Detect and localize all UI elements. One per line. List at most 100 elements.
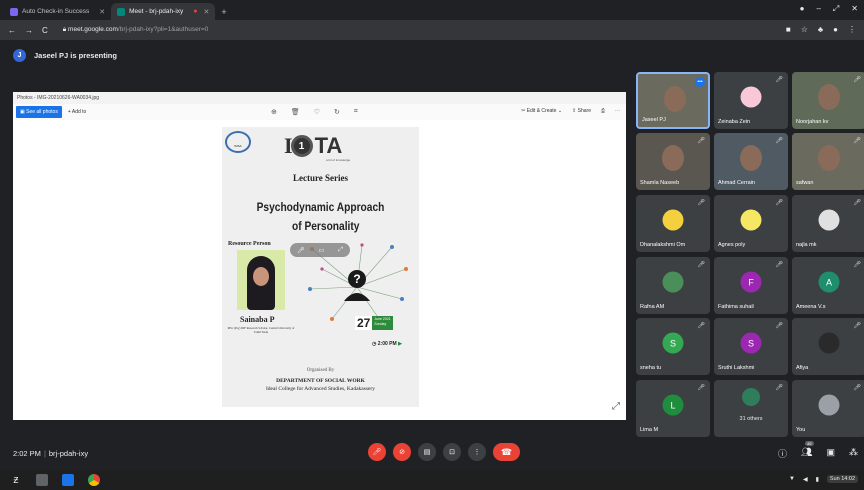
- event-time: ◷ 2:00 PM ▶: [372, 341, 402, 347]
- participant-tile[interactable]: L 🎤︎ Lima M: [636, 380, 710, 437]
- participant-tile[interactable]: S 🎤︎ sneha tu: [636, 318, 710, 375]
- close-window-icon[interactable]: ✕: [851, 4, 858, 14]
- chrome-icon[interactable]: [88, 474, 100, 486]
- present-button[interactable]: ⊡: [443, 443, 461, 461]
- event-date: 27 June 2021 Sunday: [355, 316, 393, 330]
- participant-name: sneha tu: [640, 365, 662, 371]
- see-all-photos-button[interactable]: ▣ See all photos: [16, 106, 62, 118]
- participant-tile[interactable]: 🎤︎ safwan: [792, 133, 864, 190]
- participant-name: safwan: [796, 180, 814, 186]
- start-icon[interactable]: Ƶ: [10, 474, 22, 486]
- delete-icon[interactable]: 🗑︎: [291, 108, 300, 116]
- forward-icon[interactable]: →: [25, 26, 33, 35]
- captions-button[interactable]: ▤: [418, 443, 436, 461]
- muted-mic-icon: 🎤︎: [775, 77, 783, 83]
- meeting-controls-bar: 2:02 PM | brj-pdah-ixy 🎤︎ ⊘ ▤ ⊡ ⋮ ☎︎ ⓘ 👥︎ …: [0, 437, 864, 469]
- participant-name: Rafna AM: [640, 304, 665, 310]
- more-icon[interactable]: ⋯: [615, 108, 620, 114]
- crop-icon[interactable]: ⌗: [354, 108, 358, 116]
- participant-name: Sruthi Lakshmi: [718, 365, 755, 371]
- people-count-badge: 49: [805, 441, 814, 446]
- star-icon[interactable]: ☆: [801, 25, 808, 34]
- mic-icon[interactable]: 🎤︎: [297, 247, 305, 254]
- tab-close-icon[interactable]: ✕: [99, 8, 105, 16]
- participant-tile[interactable]: 🎤︎ Afiya: [792, 318, 864, 375]
- window-controls: ● – ⤢ ✕: [800, 4, 858, 14]
- leave-call-button[interactable]: ☎︎: [493, 443, 520, 461]
- participant-tile[interactable]: 🎤︎ You: [792, 380, 864, 437]
- participant-avatar: L: [662, 394, 684, 416]
- taskbar-clock[interactable]: Sun 14:02: [826, 475, 858, 483]
- participant-tile[interactable]: F 🎤︎ Fathima suhail: [714, 257, 788, 314]
- participant-name: Dhanalakshmi Om: [640, 242, 686, 248]
- mic-toggle-button[interactable]: 🎤︎: [368, 443, 386, 461]
- muted-mic-icon: 🎤︎: [853, 262, 861, 268]
- rotate-icon[interactable]: ↻: [334, 108, 340, 116]
- menu-icon[interactable]: ⋮: [848, 25, 856, 34]
- participant-video: [818, 84, 840, 110]
- files-icon[interactable]: [36, 474, 48, 486]
- chat-icon[interactable]: ▣: [826, 447, 835, 460]
- tile-options-icon[interactable]: •••: [695, 77, 705, 87]
- profile-dot-icon[interactable]: ●: [800, 4, 805, 14]
- meeting-code: brj-pdah-ixy: [48, 449, 89, 458]
- muted-mic-icon: 🎤︎: [853, 77, 861, 83]
- muted-mic-icon: 🎤︎: [697, 138, 705, 144]
- more-options-button[interactable]: ⋮: [468, 443, 486, 461]
- back-icon[interactable]: ←: [8, 26, 16, 35]
- fullscreen-icon[interactable]: ⤢: [612, 401, 620, 412]
- participant-tile[interactable]: S 🎤︎ Sruthi Lakshmi: [714, 318, 788, 375]
- tab-title: Auto Check-in Success: [22, 8, 90, 15]
- zoom-icon[interactable]: ⊕: [271, 108, 277, 116]
- reload-icon[interactable]: C: [42, 26, 48, 35]
- camera-icon[interactable]: ■: [786, 25, 791, 34]
- participant-tile[interactable]: 🎤︎ Zeinaba Zein: [714, 72, 788, 129]
- info-icon[interactable]: ⓘ: [778, 447, 787, 460]
- minimize-icon[interactable]: –: [816, 4, 820, 14]
- participant-avatar: [740, 209, 762, 231]
- participant-tile[interactable]: 🎤︎ Dhanalakshmi Om: [636, 195, 710, 252]
- add-to-button[interactable]: + Add to: [68, 109, 87, 115]
- expand-icon[interactable]: ⤢: [338, 247, 343, 254]
- tab-auto-check-in[interactable]: Auto Check-in Success ✕: [4, 3, 111, 20]
- wifi-icon[interactable]: ▼: [789, 476, 795, 482]
- print-icon[interactable]: ⎙: [601, 108, 605, 114]
- participant-avatar: [818, 394, 840, 416]
- participant-tile[interactable]: 🎤︎ Agnes poly: [714, 195, 788, 252]
- participant-tile[interactable]: 🎤︎ Shamla Naseeb: [636, 133, 710, 190]
- profile-avatar-icon[interactable]: ●: [833, 25, 838, 34]
- url-field[interactable]: 🔒︎ meet.google.com/brj-pdah-ixy?pli=1&au…: [63, 26, 208, 34]
- participant-tile[interactable]: 🎤︎ Ahmad Cerrain: [714, 133, 788, 190]
- logo-tagline: a bit of knowledge: [326, 158, 351, 162]
- presentation-mini-controls[interactable]: 🎤︎ ▭ ⤢: [290, 243, 350, 257]
- tab-close-icon[interactable]: ✕: [204, 8, 210, 16]
- photos-toolbar: ▣ See all photos + Add to ⊕ 🗑︎ ♡ ↻ ⌗ ✂ E…: [13, 104, 626, 120]
- maximize-icon[interactable]: ⤢: [833, 4, 839, 14]
- participant-tile[interactable]: ••• Jaseel PJ: [636, 72, 710, 129]
- participant-tile[interactable]: 🎤︎ Noorjahan kv: [792, 72, 864, 129]
- tab-meet[interactable]: Meet - brj-pdah-ixy ● ✕: [111, 3, 216, 20]
- meeting-side-actions: ⓘ 👥︎ 49 ▣ ⁂: [778, 441, 858, 460]
- share-button[interactable]: ⇪ Share: [572, 108, 591, 114]
- battery-icon[interactable]: ▮: [816, 476, 819, 483]
- participant-tile[interactable]: 31 others 🎤︎: [714, 380, 788, 437]
- edit-create-button[interactable]: ✂ Edit & Create ⌄: [521, 108, 562, 114]
- participant-tile[interactable]: 🎤︎ najla mk: [792, 195, 864, 252]
- volume-icon[interactable]: ◀: [803, 476, 808, 483]
- activities-icon[interactable]: ⁂: [849, 447, 858, 460]
- speaker-details: MSc (Psy) JRF Research Scholar, Central …: [227, 326, 295, 334]
- camera-toggle-button[interactable]: ⊘: [393, 443, 411, 461]
- camera-off-icon[interactable]: ▭: [319, 247, 325, 254]
- participant-tile[interactable]: 🎤︎ Rafna AM: [636, 257, 710, 314]
- new-tab-button[interactable]: +: [215, 3, 232, 20]
- topic-line-2: of Personality: [292, 219, 360, 233]
- address-bar-actions: ■ ☆ ♣ ● ⋮: [786, 25, 856, 34]
- os-taskbar: Ƶ ▼ ◀ ▮ Sun 14:02: [0, 470, 864, 490]
- participant-tile[interactable]: A 🎤︎ Ameena V.s: [792, 257, 864, 314]
- app-icon[interactable]: [62, 474, 74, 486]
- browser-tab-bar: Auto Check-in Success ✕ Meet - brj-pdah-…: [0, 0, 864, 20]
- people-button[interactable]: 👥︎ 49: [801, 441, 814, 460]
- participant-video: [818, 145, 840, 171]
- extension-icon[interactable]: ♣: [818, 25, 823, 34]
- favorite-icon[interactable]: ♡: [314, 108, 320, 116]
